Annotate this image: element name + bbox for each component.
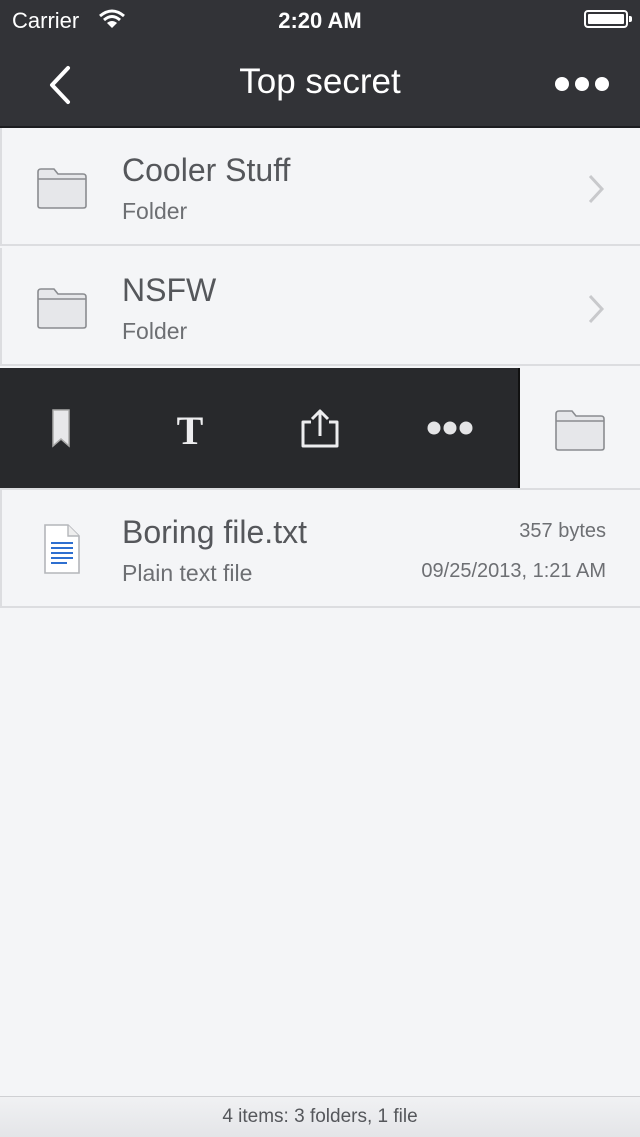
status-bar: Carrier 2:20 AM xyxy=(0,0,640,40)
battery-icon xyxy=(584,10,632,28)
list-item-file-boring[interactable]: Boring file.txt Plain text file 357 byte… xyxy=(0,488,640,608)
folder-icon xyxy=(37,168,87,209)
item-name: NSFW xyxy=(122,272,217,308)
item-type: Folder xyxy=(122,318,188,344)
list-item-folder-cooler-stuff[interactable]: Cooler Stuff Folder xyxy=(0,128,640,246)
file-size: 357 bytes xyxy=(519,520,606,542)
file-type: Plain text file xyxy=(122,560,253,586)
folder-icon xyxy=(37,288,87,329)
svg-text:T: T xyxy=(177,408,204,452)
file-name: Boring file.txt xyxy=(122,514,307,550)
chevron-right-icon xyxy=(588,294,605,324)
item-count-footer: 4 items: 3 folders, 1 file xyxy=(0,1096,640,1137)
file-modified-date: 09/25/2013, 1:21 AM xyxy=(421,560,606,582)
more-options-button[interactable] xyxy=(554,70,610,98)
list-item-folder-nsfw[interactable]: NSFW Folder xyxy=(0,248,640,366)
more-icon[interactable] xyxy=(425,404,475,452)
swipe-action-row: T xyxy=(0,368,640,488)
navigation-bar: Carrier 2:20 AM Top secret xyxy=(0,0,640,128)
item-type: Folder xyxy=(122,198,188,224)
folder-icon xyxy=(555,410,605,451)
share-icon[interactable] xyxy=(295,404,345,452)
action-bar: T xyxy=(0,368,520,488)
item-name: Cooler Stuff xyxy=(122,152,291,188)
text-format-icon[interactable]: T xyxy=(165,404,215,452)
clock: 2:20 AM xyxy=(278,8,362,33)
page-title: Top secret xyxy=(239,62,401,101)
chevron-right-icon xyxy=(588,174,605,204)
bookmark-icon[interactable] xyxy=(36,404,86,452)
text-file-icon xyxy=(44,524,80,574)
